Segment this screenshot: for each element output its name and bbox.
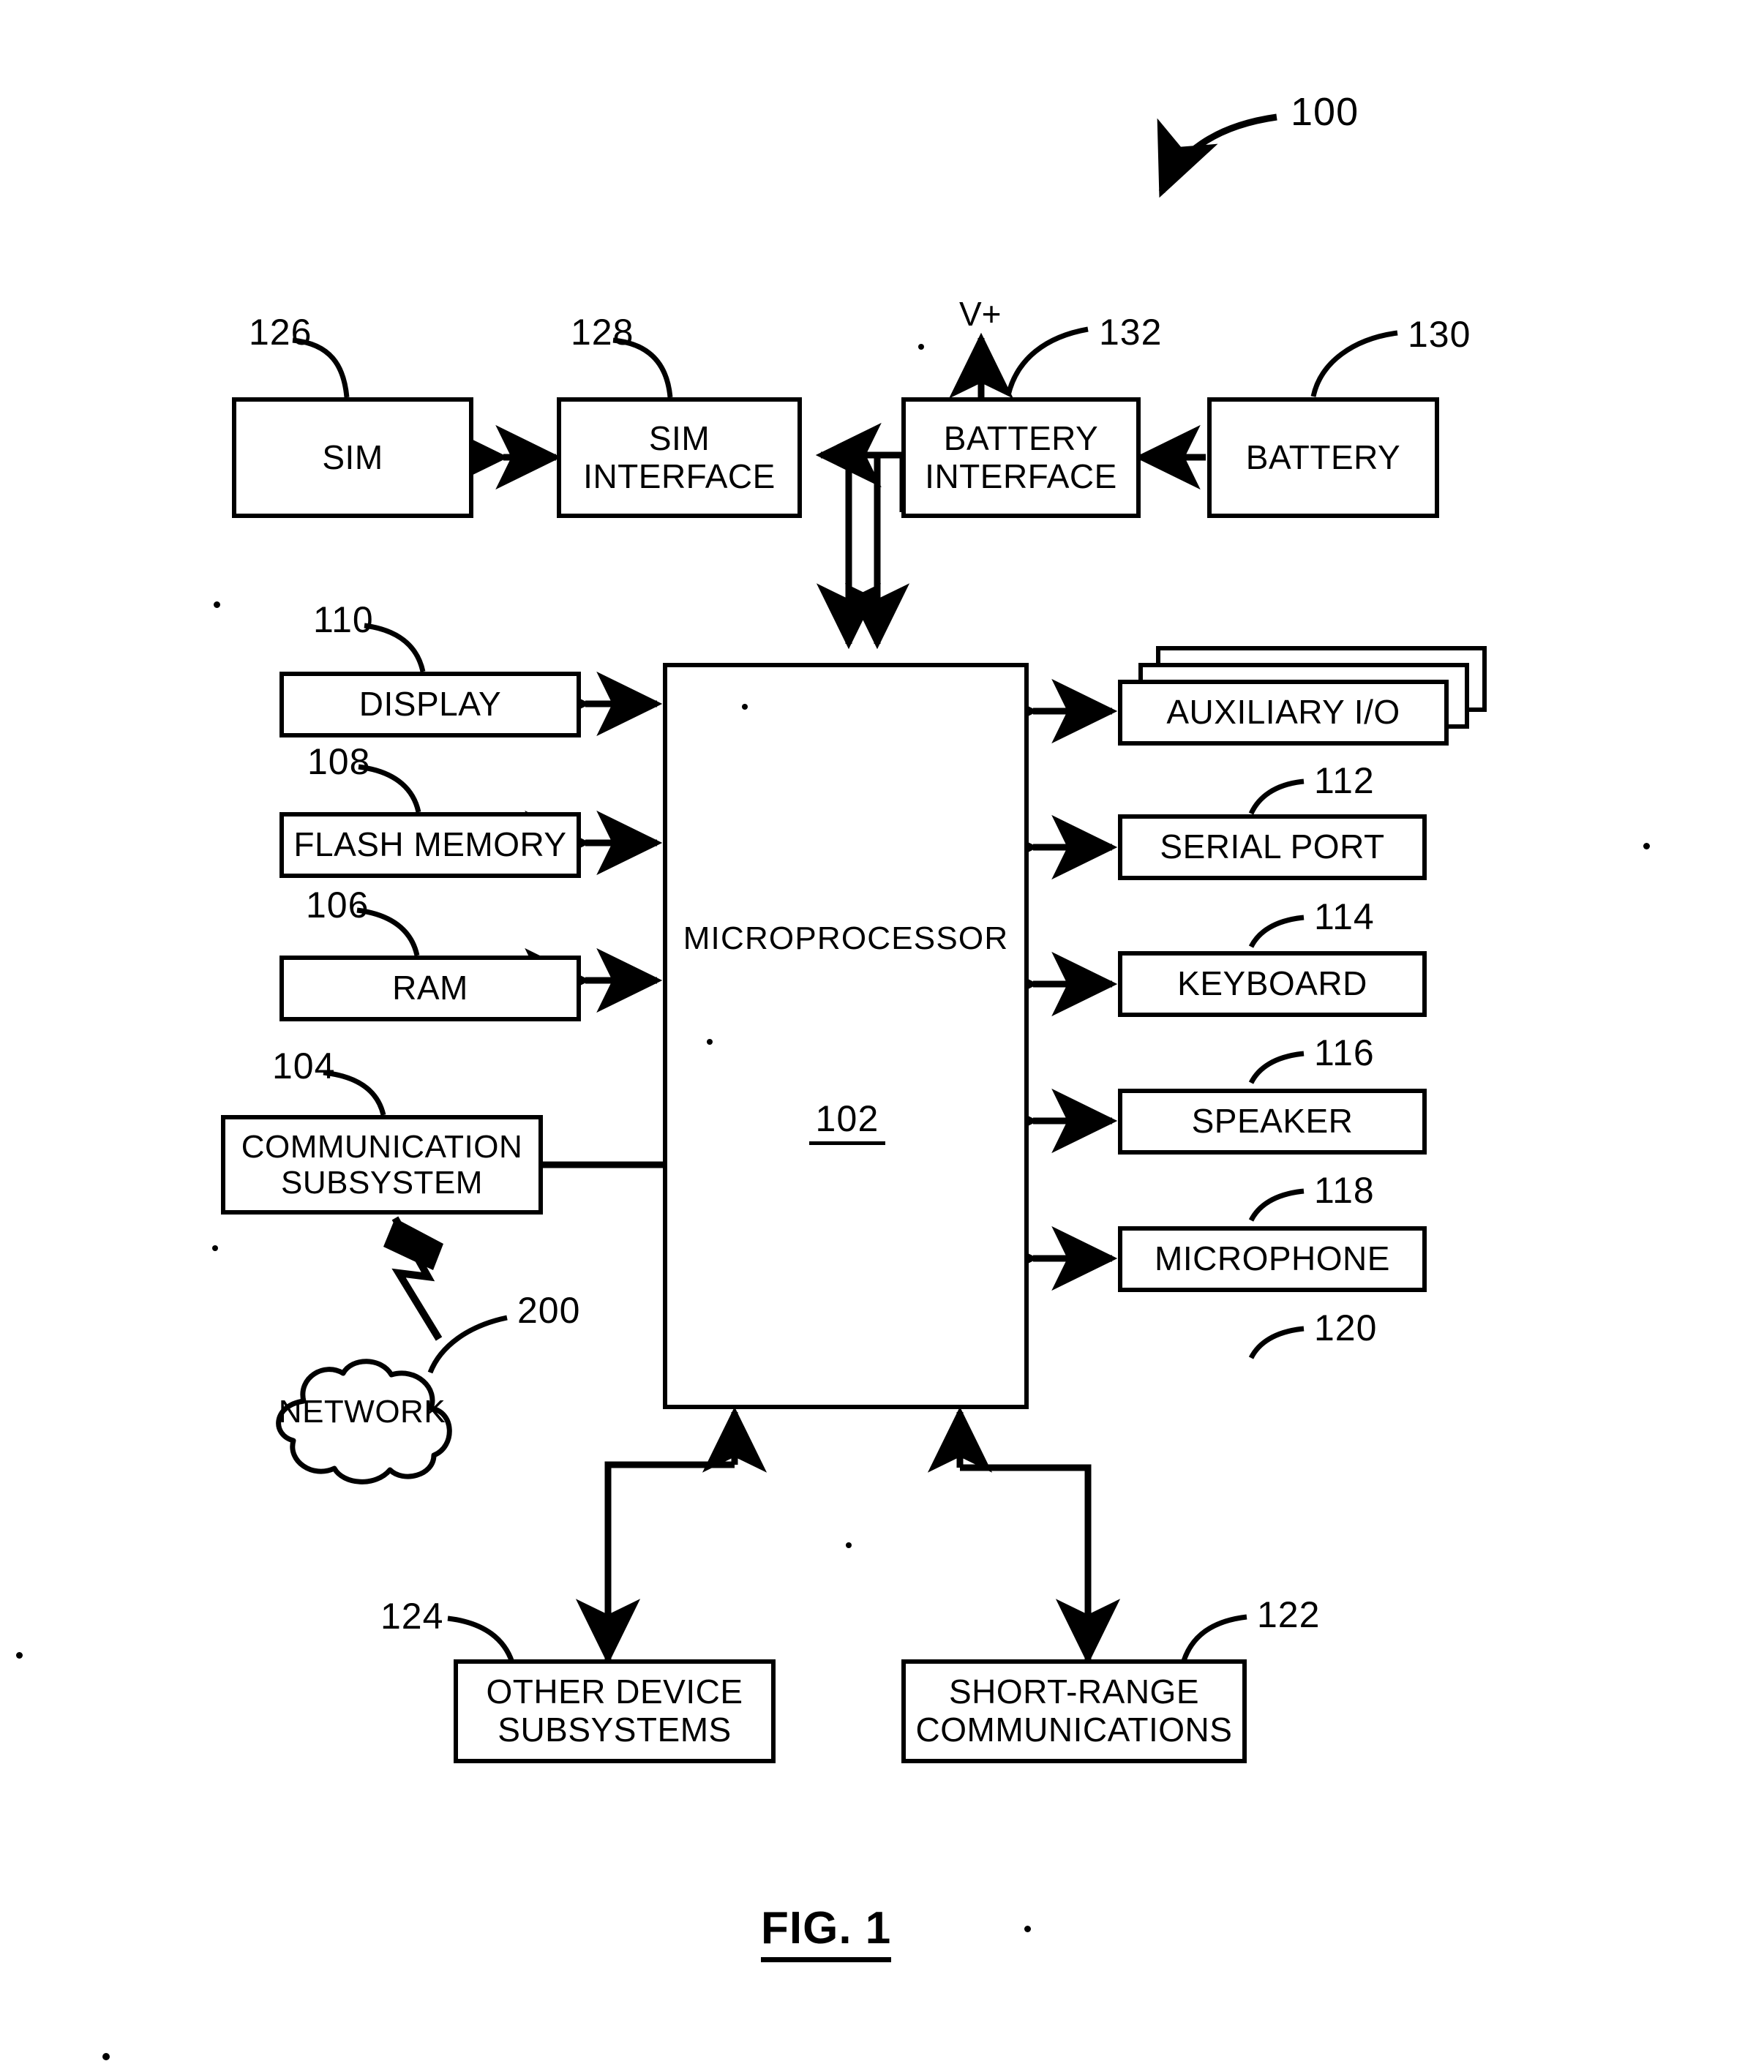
ref-104: 104 — [272, 1046, 336, 1086]
ref-112: 112 — [1314, 760, 1375, 801]
scan-speck — [1024, 1926, 1031, 1932]
block-short-range-communications: SHORT-RANGE COMMUNICATIONS — [901, 1659, 1247, 1763]
ref-128: 128 — [571, 312, 634, 353]
block-sim-label: SIM — [322, 438, 383, 476]
scan-speck — [16, 1652, 23, 1659]
ref-132: 132 — [1099, 312, 1163, 353]
power-rail-label: V+ — [959, 295, 1002, 333]
ref-114: 114 — [1314, 896, 1375, 937]
block-serial-port-label: SERIAL PORT — [1160, 827, 1385, 866]
scan-speck — [212, 1245, 218, 1251]
scan-speck — [1643, 843, 1650, 849]
figure-caption: FIG. 1 — [761, 1902, 892, 1962]
scan-speck — [742, 704, 748, 710]
ref-102: 102 — [809, 1097, 885, 1145]
ref-118: 118 — [1314, 1170, 1375, 1211]
ref-100: 100 — [1291, 90, 1359, 134]
ref-106: 106 — [306, 885, 369, 926]
block-microprocessor — [663, 663, 1029, 1409]
block-sim: SIM — [232, 397, 473, 518]
block-auxiliary-io-label: AUXILIARY I/O — [1166, 693, 1400, 732]
block-battery-interface-label: BATTERY INTERFACE — [925, 418, 1117, 495]
block-microphone-label: MICROPHONE — [1155, 1239, 1390, 1278]
scan-speck — [214, 601, 220, 608]
block-sim-interface: SIM INTERFACE — [557, 397, 802, 518]
block-speaker-label: SPEAKER — [1191, 1102, 1354, 1141]
block-auxiliary-io: AUXILIARY I/O — [1118, 680, 1449, 746]
ref-124: 124 — [380, 1596, 444, 1637]
ref-108: 108 — [307, 741, 371, 782]
ref-116: 116 — [1314, 1032, 1375, 1073]
block-keyboard-label: KEYBOARD — [1177, 964, 1367, 1003]
block-communication-subsystem: COMMUNICATION SUBSYSTEM — [221, 1115, 543, 1215]
scan-speck — [846, 1542, 852, 1548]
scan-speck — [707, 1039, 713, 1045]
block-display: DISPLAY — [279, 672, 581, 737]
ref-110: 110 — [313, 599, 374, 640]
block-other-device-subsystems: OTHER DEVICE SUBSYSTEMS — [454, 1659, 776, 1763]
block-ram-label: RAM — [392, 969, 468, 1007]
block-battery-interface: BATTERY INTERFACE — [901, 397, 1141, 518]
ref-120: 120 — [1314, 1307, 1378, 1348]
block-serial-port: SERIAL PORT — [1118, 814, 1427, 880]
block-microprocessor-label: MICROPROCESSOR — [683, 920, 1009, 956]
patent-figure-page: SIM 126 SIM INTERFACE 128 BATTERY INTERF… — [0, 0, 1764, 2072]
ref-200: 200 — [517, 1290, 581, 1331]
block-network-label: NETWORK — [278, 1394, 446, 1430]
scan-speck — [918, 344, 924, 350]
block-communication-subsystem-label: COMMUNICATION SUBSYSTEM — [241, 1128, 523, 1201]
block-display-label: DISPLAY — [359, 685, 502, 724]
block-flash-memory-label: FLASH MEMORY — [293, 825, 567, 864]
block-battery: BATTERY — [1207, 397, 1439, 518]
block-speaker: SPEAKER — [1118, 1089, 1427, 1155]
block-ram: RAM — [279, 956, 581, 1021]
block-flash-memory: FLASH MEMORY — [279, 812, 581, 878]
ref-130: 130 — [1408, 314, 1471, 355]
block-sim-interface-label: SIM INTERFACE — [583, 418, 776, 495]
scan-speck — [102, 2053, 110, 2060]
ref-122: 122 — [1257, 1594, 1321, 1635]
block-short-range-communications-label: SHORT-RANGE COMMUNICATIONS — [915, 1673, 1233, 1749]
block-microphone: MICROPHONE — [1118, 1226, 1427, 1292]
block-keyboard: KEYBOARD — [1118, 951, 1427, 1017]
block-other-device-subsystems-label: OTHER DEVICE SUBSYSTEMS — [486, 1673, 743, 1749]
ref-126: 126 — [249, 312, 312, 353]
block-battery-label: BATTERY — [1245, 438, 1401, 476]
block-network-cloud: NETWORK — [252, 1348, 472, 1491]
